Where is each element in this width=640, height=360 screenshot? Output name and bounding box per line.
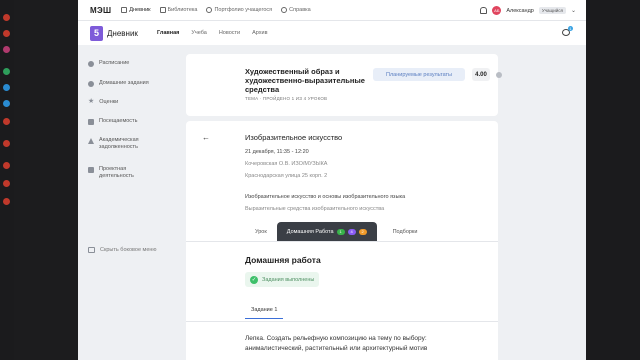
taskbar-icon[interactable]	[3, 84, 10, 91]
sidebar-item-grades[interactable]: ★ Оценки	[88, 98, 119, 106]
status-badge: ✓ Задания выполнены	[245, 272, 320, 287]
app-nav: Главная Учеба Новости Архив	[157, 21, 268, 45]
count-badge: 2	[358, 228, 367, 235]
taskbar-icon[interactable]	[3, 46, 10, 53]
lesson-progress-text: ТЕМА · ПРОЙДЕНО 1 ИЗ 4 УРОКОВ	[245, 96, 328, 101]
tab-label: Подборки	[392, 228, 418, 235]
taskbar-icon[interactable]	[3, 198, 10, 205]
homework-title: Домашняя работа	[245, 255, 321, 265]
sidebar-item-label: Домашние задания	[99, 80, 149, 86]
flag-icon	[88, 118, 94, 125]
top-nav-label: Портфолио учащегося	[214, 7, 273, 13]
lesson-teacher: Кочеровская О.В. ИЗО/МУЗЫКА	[245, 161, 328, 167]
top-nav-library[interactable]: Библиотека	[159, 7, 198, 13]
count-badge: 1	[336, 228, 345, 235]
calendar-icon	[88, 60, 94, 67]
sidebar-item-debt[interactable]: Академическая задолженность	[88, 137, 158, 151]
tab-task-1[interactable]: Задание 1	[245, 307, 284, 319]
chevron-down-icon[interactable]: ⌄	[571, 7, 576, 14]
warning-icon	[88, 137, 94, 144]
sidebar-item-schedule[interactable]: Расписание	[88, 60, 129, 67]
nav-study[interactable]: Учеба	[191, 30, 206, 36]
lesson-datetime: 21 декабря, 11:35 - 12:20	[245, 149, 309, 155]
sidebar-item-label: Проектная деятельность	[99, 166, 134, 179]
top-nav: Дневник Библиотека Портфолио учащегося С…	[121, 7, 311, 13]
sidebar-item-projects[interactable]: Проектная деятельность	[88, 166, 148, 180]
nav-main[interactable]: Главная	[157, 30, 179, 36]
lesson-subtopic: Выразительные средства изобразительного …	[245, 206, 385, 212]
taskbar-icon[interactable]	[3, 140, 10, 147]
taskbar-icon[interactable]	[3, 162, 10, 169]
top-nav-label: Библиотека	[167, 7, 198, 13]
diary-icon	[121, 7, 128, 13]
star-icon: ★	[88, 98, 95, 105]
back-arrow-icon[interactable]: ←	[202, 133, 212, 143]
top-nav-diary[interactable]: Дневник	[121, 7, 151, 13]
app-name: Дневник	[107, 28, 138, 38]
sidebar-item-label: Оценки	[99, 99, 119, 105]
homework-icon	[88, 80, 94, 87]
sidebar-collapse-icon	[88, 247, 95, 253]
user-name[interactable]: Александр	[506, 8, 534, 14]
status-text: Задания выполнены	[262, 276, 315, 283]
check-icon: ✓	[250, 275, 258, 284]
app-header: 5 Дневник Главная Учеба Новости Архив 1	[78, 21, 586, 45]
top-nav-portfolio[interactable]: Портфолио учащегося	[206, 7, 272, 13]
top-nav-help[interactable]: Справка	[281, 7, 311, 13]
tab-collections[interactable]: Подборки	[383, 222, 428, 241]
nav-archive[interactable]: Архив	[252, 30, 267, 36]
diary-app: МЭШ Дневник Библиотека Портфолио учащего…	[78, 0, 586, 360]
hide-sidebar-button[interactable]: Скрыть боковое меню	[88, 247, 157, 253]
top-nav-label: Дневник	[129, 7, 151, 13]
taskbar-icon[interactable]	[3, 118, 10, 125]
lesson-card: ← Изобразительное искусство 21 декабря, …	[186, 121, 498, 360]
tab-label: Домашняя Работа	[286, 228, 334, 235]
portfolio-icon	[206, 7, 213, 13]
brand-logo[interactable]: МЭШ	[90, 6, 111, 15]
lesson-topic-title: Художественный образ и художественно-выр…	[245, 67, 365, 94]
info-icon[interactable]	[496, 72, 502, 78]
user-area: АБ Александр Учащийся ⌄	[480, 0, 576, 21]
lesson-subject: Изобразительное искусство	[245, 133, 343, 142]
tab-homework[interactable]: Домашняя Работа 1 4 2	[276, 222, 377, 241]
lesson-topic: Изобразительное искусство и основы изобр…	[245, 194, 406, 200]
user-role-badge: Учащийся	[538, 7, 566, 14]
taskbar-icon[interactable]	[3, 68, 10, 75]
hide-sidebar-label: Скрыть боковое меню	[100, 247, 157, 253]
bell-icon[interactable]	[480, 7, 488, 14]
tab-label: Урок	[255, 228, 267, 235]
lesson-address: Краснодарская улица 25 корп. 2	[245, 173, 328, 179]
right-window-strip	[586, 0, 640, 360]
chat-count-badge: 1	[568, 26, 573, 31]
task-description: Лепка. Создать рельефную композицию на т…	[245, 335, 428, 352]
top-bar: МЭШ Дневник Библиотека Портфолио учащего…	[78, 0, 586, 21]
divider	[186, 321, 498, 322]
sidebar-item-homework[interactable]: Домашние задания	[88, 80, 149, 87]
tab-lesson[interactable]: Урок	[245, 222, 277, 241]
sidebar-item-label: Посещаемость	[99, 118, 138, 124]
taskbar-icon[interactable]	[3, 100, 10, 107]
help-icon	[281, 7, 288, 13]
nav-news[interactable]: Новости	[219, 30, 240, 36]
lesson-header-card: Художественный образ и художественно-выр…	[186, 54, 502, 116]
top-nav-label: Справка	[289, 7, 311, 13]
sidebar-item-label: Академическая задолженность	[99, 137, 139, 150]
count-badge: 4	[347, 228, 356, 235]
taskbar-icon[interactable]	[3, 14, 10, 21]
planned-results-button[interactable]: Планируемые результаты	[373, 68, 465, 81]
taskbar-icon[interactable]	[3, 180, 10, 187]
lesson-tabs: Урок Домашняя Работа 1 4 2 Подборки	[245, 222, 427, 241]
briefcase-icon	[88, 166, 94, 173]
avatar[interactable]: АБ	[492, 6, 502, 15]
average-score: 4.00	[472, 68, 490, 81]
left-window-strip	[0, 0, 14, 360]
taskbar-icon[interactable]	[3, 30, 10, 37]
sidebar-item-attendance[interactable]: Посещаемость	[88, 118, 137, 125]
sidebar-item-label: Расписание	[99, 60, 130, 66]
library-icon	[159, 7, 166, 13]
app-logo[interactable]: 5	[90, 25, 103, 41]
divider	[186, 241, 498, 242]
